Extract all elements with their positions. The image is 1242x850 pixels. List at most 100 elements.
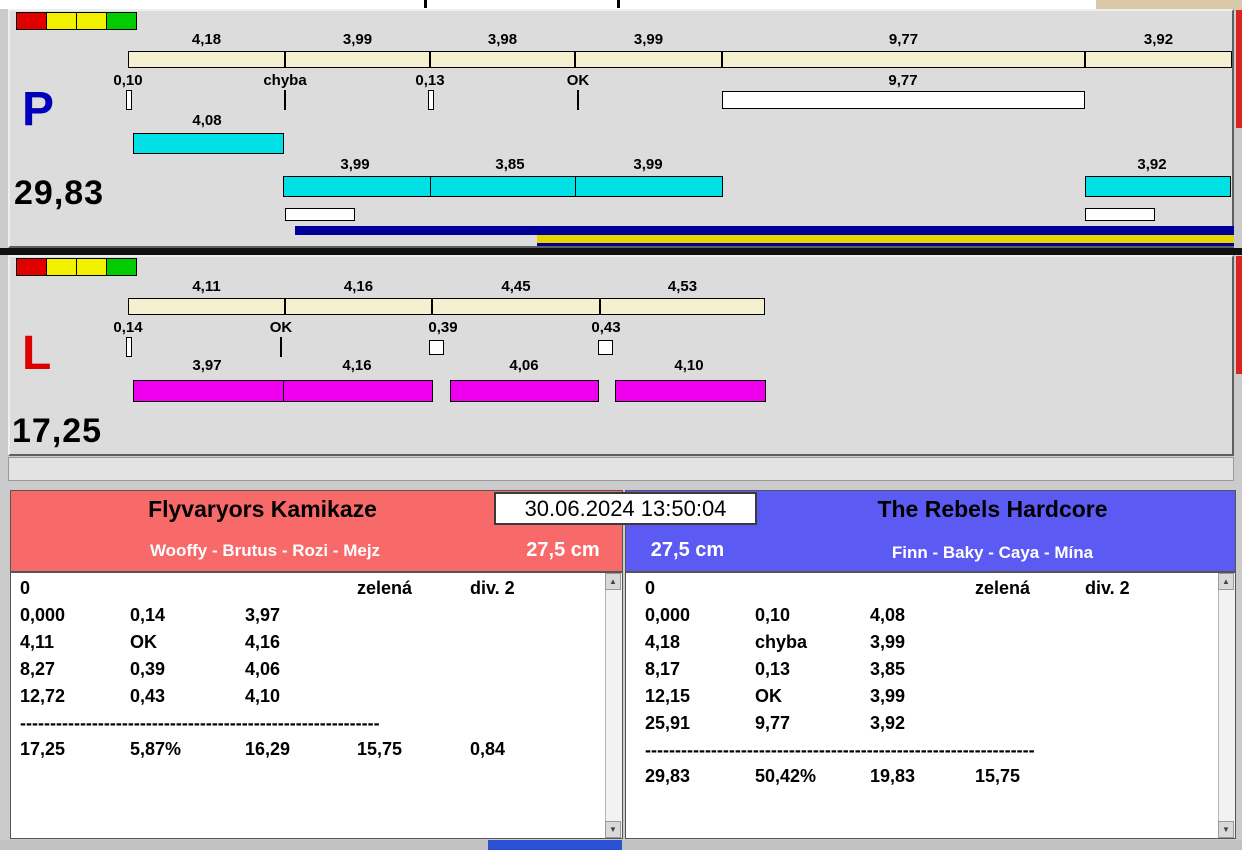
dog-time-label: 3,99: [340, 156, 370, 173]
app-window: 4,18 3,99 3,98 3,99 9,77 3,92 0,10 chyba…: [0, 0, 1242, 850]
lane-letter: P: [22, 83, 55, 136]
dog-time-label: 3,85: [495, 156, 525, 173]
crossing-mark-label: 0,14: [113, 319, 143, 336]
result-cell: [1085, 605, 1210, 632]
left-scrollbar[interactable]: [605, 573, 622, 838]
split-time-label: 3,98: [487, 31, 518, 48]
result-cell: [470, 605, 595, 632]
split-bar-segment: [432, 298, 600, 315]
crossing-mark-label: OK: [269, 319, 293, 336]
result-cell: 4,18: [645, 632, 681, 652]
dog-time-label: 4,08: [192, 112, 222, 129]
crossing-tick: [428, 90, 434, 110]
scroll-down-button[interactable]: ▼: [1218, 821, 1234, 838]
crossing-mark-label: 0,39: [428, 319, 458, 336]
result-cell: 4,06: [245, 659, 281, 679]
crossing-tick: [577, 90, 579, 110]
dog-time-label: 3,99: [633, 156, 663, 173]
result-cell: OK: [130, 632, 157, 652]
result-cell: 0,39: [130, 659, 166, 679]
summary-row: 29,83 50,42% 19,83 15,75: [645, 766, 1210, 793]
start-light-green: [106, 12, 137, 30]
result-cell: div. 2: [470, 578, 515, 598]
dog-time-bar: [1085, 176, 1231, 197]
crossing-tick: [126, 90, 132, 110]
dog-time-bar: [615, 380, 766, 402]
background-window-fragment: [1236, 256, 1242, 374]
result-cell: 0,000: [645, 605, 691, 625]
result-cell: 9,77: [755, 713, 791, 733]
split-time-label: 4,45: [501, 278, 531, 295]
dog-time-bar: [283, 380, 433, 402]
result-cell: div. 2: [1085, 578, 1130, 598]
top-edge-tick: [424, 0, 427, 8]
summary-cell: [1085, 766, 1210, 793]
result-cell: [130, 578, 245, 605]
dog-time-label: 4,16: [342, 357, 372, 374]
result-row: 0 zelená div. 2: [20, 578, 595, 605]
lane-divider: [0, 248, 1242, 255]
result-cell: [975, 659, 1085, 686]
scroll-down-button[interactable]: ▼: [605, 821, 621, 838]
lane-total-time: 29,83: [14, 174, 105, 212]
result-row: 0 zelená div. 2: [645, 578, 1210, 605]
result-cell: 3,92: [870, 713, 906, 733]
datetime-display: 30.06.2024 13:50:04: [494, 492, 757, 525]
result-cell: 0,43: [130, 686, 166, 706]
split-time-label: 4,11: [192, 278, 221, 295]
result-cell: 12,15: [645, 686, 691, 706]
result-row: 25,91 9,77 3,92: [645, 713, 1210, 740]
gauge-bar: [1085, 208, 1155, 221]
result-cell: 3,85: [870, 659, 906, 679]
background-window-fragment: [488, 840, 622, 850]
result-cell: [357, 605, 470, 632]
start-light-yellow-1: [46, 258, 77, 276]
result-cell: 12,72: [20, 686, 66, 706]
scroll-up-button[interactable]: ▲: [605, 573, 621, 590]
result-cell: 4,11: [20, 632, 55, 652]
status-strip: [8, 457, 1234, 481]
dog-time-bar: [133, 380, 284, 402]
result-cell: OK: [755, 686, 782, 706]
right-team-dogs: Finn - Baky - Caya - Mína: [891, 543, 1094, 562]
result-cell: [1085, 632, 1210, 659]
progress-bar-blue: [295, 226, 1234, 235]
result-cell: 0,13: [755, 659, 791, 679]
result-cell: [470, 686, 595, 713]
result-cell: [870, 578, 975, 605]
scroll-up-icon: ▲: [1222, 577, 1230, 586]
result-cell: [1085, 686, 1210, 713]
crossing-mark-label: chyba: [263, 72, 307, 89]
result-cell: [755, 578, 870, 605]
result-cell: [357, 659, 470, 686]
result-cell: 0,10: [755, 605, 791, 625]
split-bar-segment: [722, 51, 1085, 68]
result-cell: [245, 578, 357, 605]
right-scrollbar[interactable]: [1218, 573, 1235, 838]
summary-cell: 5,87%: [130, 739, 182, 759]
right-jump-height: 27,5 cm: [650, 539, 725, 561]
split-time-label: 4,53: [667, 278, 698, 295]
split-time-label: 9,77: [888, 31, 919, 48]
progress-bar-blue-thin: [537, 243, 1234, 246]
left-team-dogs: Wooffy - Brutus - Rozi - Mejz: [149, 541, 381, 560]
separator-row: ----------------------------------------…: [645, 740, 1035, 760]
crossing-tick: [126, 337, 132, 357]
result-cell: [470, 659, 595, 686]
result-cell: [357, 686, 470, 713]
crossing-mark-label: 0,13: [415, 72, 445, 89]
result-row: 0,000 0,14 3,97: [20, 605, 595, 632]
scroll-up-icon: ▲: [609, 577, 617, 586]
top-edge-tick: [617, 0, 620, 8]
result-cell: 3,99: [870, 632, 906, 652]
result-row: 8,27 0,39 4,06: [20, 659, 595, 686]
split-time-label: 3,99: [633, 31, 664, 48]
summary-row: 17,25 5,87% 16,29 15,75 0,84: [20, 739, 595, 766]
result-cell: [470, 632, 595, 659]
scroll-up-button[interactable]: ▲: [1218, 573, 1234, 590]
result-cell: 0: [20, 578, 31, 598]
right-results-table: 0 zelená div. 2 0,000 0,10 4,08 4,18 chy…: [645, 578, 1210, 793]
dog-time-bar: [575, 176, 723, 197]
result-cell: 0,000: [20, 605, 66, 625]
dog-time-bar: [450, 380, 599, 402]
